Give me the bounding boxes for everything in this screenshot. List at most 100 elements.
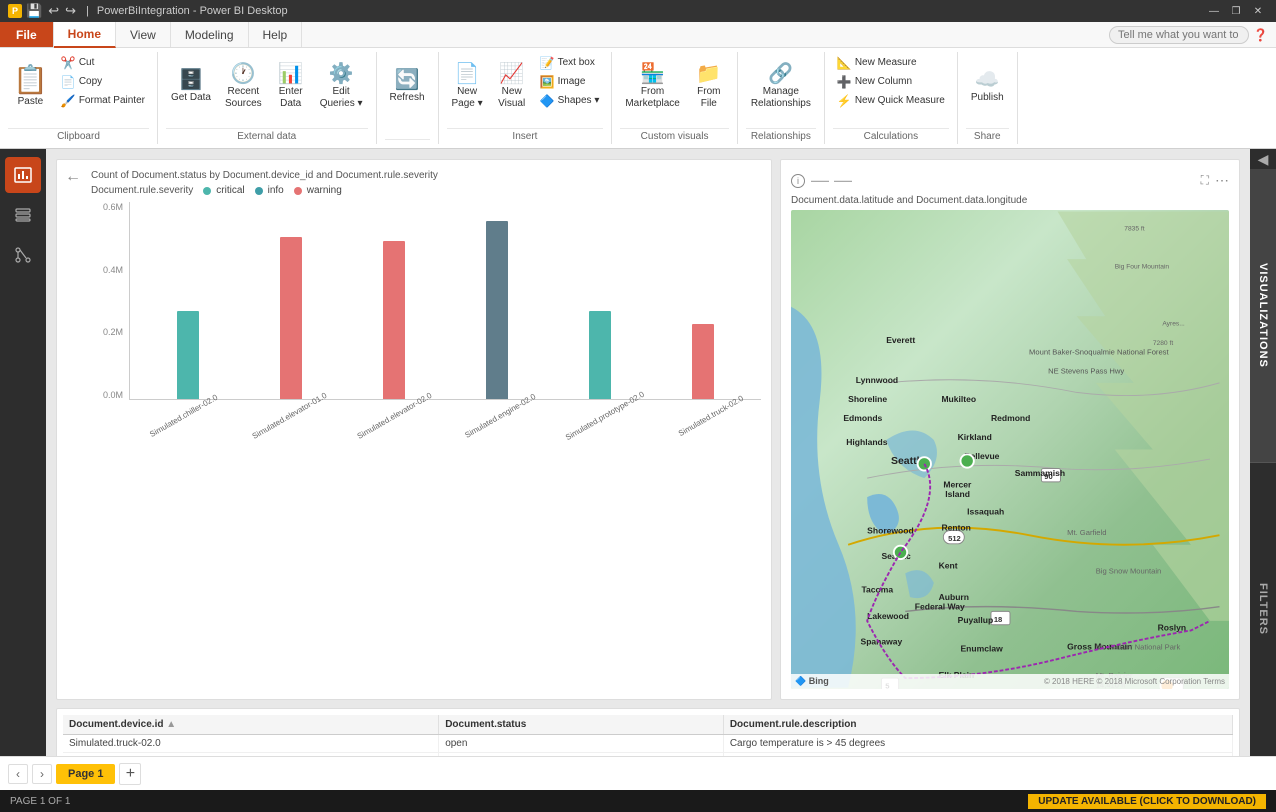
- window-title: PowerBiIntegration - Power BI Desktop: [97, 5, 288, 17]
- undo-icon[interactable]: ↩: [46, 3, 61, 19]
- image-label: Image: [558, 76, 586, 88]
- recent-sources-button[interactable]: 🕐 RecentSources: [220, 54, 267, 119]
- format-painter-button[interactable]: 🖌️ Format Painter: [57, 92, 149, 110]
- bar-chiller-critical[interactable]: [177, 311, 199, 399]
- map-container[interactable]: 7835 ft Big Four Mountain Ayres... 7280 …: [791, 210, 1229, 689]
- update-available-button[interactable]: UPDATE AVAILABLE (CLICK TO DOWNLOAD): [1028, 794, 1266, 809]
- info-dot: [255, 187, 263, 195]
- page-1-tab[interactable]: Page 1: [56, 764, 115, 784]
- edit-queries-button[interactable]: ⚙️ EditQueries ▾: [315, 54, 368, 119]
- tab-modeling[interactable]: Modeling: [171, 22, 249, 47]
- ellipsis-button[interactable]: ⋯: [1215, 172, 1229, 189]
- window-controls: — ❐ ✕: [1204, 3, 1268, 19]
- ribbon-content: 📋 Paste ✂️ Cut 📄 Copy 🖌️ Format Painter: [0, 48, 1276, 148]
- svg-text:Ayres...: Ayres...: [1162, 321, 1185, 328]
- copy-button[interactable]: 📄 Copy: [57, 73, 149, 91]
- x-label-3: Simulated.elevator-02.0: [340, 408, 445, 422]
- tab-file[interactable]: File: [0, 22, 54, 47]
- ribbon-search-input[interactable]: [1109, 26, 1249, 44]
- back-arrow[interactable]: ←: [65, 168, 81, 186]
- page-prev-button[interactable]: ‹: [8, 764, 28, 784]
- sidebar-icon-report[interactable]: [5, 157, 41, 193]
- custom-visuals-group: 🏪 FromMarketplace 📁 FromFile Custom visu…: [612, 52, 737, 144]
- x-label-2: Simulated.elevator-01.0: [234, 408, 339, 422]
- new-visual-icon: 📈: [499, 64, 524, 84]
- redo-icon[interactable]: ↪: [63, 3, 78, 19]
- svg-text:Enumclaw: Enumclaw: [960, 643, 1003, 653]
- add-page-button[interactable]: +: [119, 763, 141, 785]
- svg-text:Auburn: Auburn: [939, 592, 969, 602]
- bar-group-1: [138, 311, 239, 399]
- edit-queries-icon: ⚙️: [329, 64, 354, 84]
- bar-engine-warning[interactable]: [486, 221, 508, 399]
- chart-legend: Document.rule.severity critical info war…: [91, 185, 761, 196]
- cut-button[interactable]: ✂️ Cut: [57, 54, 149, 72]
- tab-help[interactable]: Help: [249, 22, 303, 47]
- bar-elevator01-warning[interactable]: [280, 237, 302, 399]
- sidebar-icon-relationships[interactable]: [5, 237, 41, 273]
- page-next-button[interactable]: ›: [32, 764, 52, 784]
- new-visual-label: NewVisual: [498, 86, 525, 110]
- get-data-button[interactable]: 🗄️ Get Data: [166, 54, 216, 119]
- svg-text:Mt. Garfield: Mt. Garfield: [1067, 528, 1106, 537]
- close-button[interactable]: ✕: [1248, 3, 1268, 19]
- help-icon[interactable]: ❓: [1253, 28, 1268, 42]
- y-label-02: 0.2M: [91, 327, 123, 337]
- shapes-button[interactable]: 🔷 Shapes ▾: [536, 92, 604, 110]
- insert-group: 📄 NewPage ▾ 📈 NewVisual 📝 Text box 🖼️ Im…: [439, 52, 613, 144]
- enter-data-button[interactable]: 📊 EnterData: [271, 54, 311, 119]
- external-data-items: 🗄️ Get Data 🕐 RecentSources 📊 EnterData …: [166, 52, 368, 126]
- new-quick-measure-button[interactable]: ⚡ New Quick Measure: [833, 92, 949, 110]
- new-measure-button[interactable]: 📐 New Measure: [833, 54, 949, 72]
- warning-dot: [294, 187, 302, 195]
- insert-small-group: 📝 Text box 🖼️ Image 🔷 Shapes ▾: [536, 54, 604, 110]
- from-file-label: FromFile: [697, 86, 720, 110]
- filters-tab[interactable]: FILTERS: [1250, 463, 1276, 756]
- bar-truck-warning[interactable]: [692, 324, 714, 399]
- external-data-label: External data: [166, 128, 368, 144]
- bar-group-3: [344, 241, 445, 399]
- shapes-label: Shapes ▾: [558, 95, 600, 107]
- from-file-button[interactable]: 📁 FromFile: [689, 54, 729, 119]
- panel-collapse-icon[interactable]: ◀: [1250, 149, 1276, 169]
- from-marketplace-button[interactable]: 🏪 FromMarketplace: [620, 54, 684, 119]
- minimize-button[interactable]: —: [1204, 3, 1224, 19]
- save-icon[interactable]: 💾: [24, 3, 44, 19]
- tab-home[interactable]: Home: [54, 22, 116, 48]
- x-label-4: Simulated.engine-02.0: [445, 408, 550, 422]
- bar-elevator02-warning[interactable]: [383, 241, 405, 399]
- insert-label: Insert: [447, 128, 604, 144]
- manage-relationships-button[interactable]: 🔗 ManageRelationships: [746, 54, 816, 119]
- refresh-button[interactable]: 🔄 Refresh: [385, 54, 430, 119]
- new-page-label: NewPage ▾: [452, 86, 483, 110]
- paste-button[interactable]: 📋 Paste: [8, 54, 53, 119]
- map-footer: 🔷 Bing © 2018 HERE © 2018 Microsoft Corp…: [791, 674, 1229, 689]
- svg-text:Island: Island: [945, 489, 970, 499]
- image-button[interactable]: 🖼️ Image: [536, 73, 604, 91]
- map-info-icon[interactable]: i: [791, 174, 805, 188]
- bar-prototype-critical[interactable]: [589, 311, 611, 399]
- bar-group-2: [241, 237, 342, 399]
- visualizations-tab[interactable]: VISUALIZATIONS: [1250, 169, 1276, 462]
- publish-icon: ☁️: [975, 70, 1000, 90]
- text-box-button[interactable]: 📝 Text box: [536, 54, 604, 72]
- clipboard-group: 📋 Paste ✂️ Cut 📄 Copy 🖌️ Format Painter: [0, 52, 158, 144]
- warning-label: warning: [307, 185, 342, 196]
- restore-button[interactable]: ❐: [1226, 3, 1246, 19]
- new-page-button[interactable]: 📄 NewPage ▾: [447, 54, 488, 119]
- new-column-button[interactable]: ➕ New Column: [833, 73, 949, 91]
- data-table: Document.device.id ▲ Document.status Doc…: [63, 715, 1233, 756]
- sidebar-icon-data[interactable]: [5, 197, 41, 233]
- x-label-5: Simulated.prototype-02.0: [550, 408, 655, 422]
- chart-title: Count of Document.status by Document.dev…: [91, 170, 761, 181]
- map-visual: i — — ⛶ ⋯ Document.data.latitude and Doc…: [780, 159, 1240, 700]
- publish-button[interactable]: ☁️ Publish: [966, 54, 1009, 119]
- share-group: ☁️ Publish Share: [958, 52, 1018, 144]
- new-visual-button[interactable]: 📈 NewVisual: [492, 54, 532, 119]
- tab-view[interactable]: View: [116, 22, 171, 47]
- chart-bars-area: [129, 202, 761, 400]
- cut-label: Cut: [79, 57, 95, 69]
- paste-icon: 📋: [13, 66, 48, 94]
- table-visual: Document.device.id ▲ Document.status Doc…: [56, 708, 1240, 756]
- expand-button[interactable]: ⛶: [1201, 173, 1209, 188]
